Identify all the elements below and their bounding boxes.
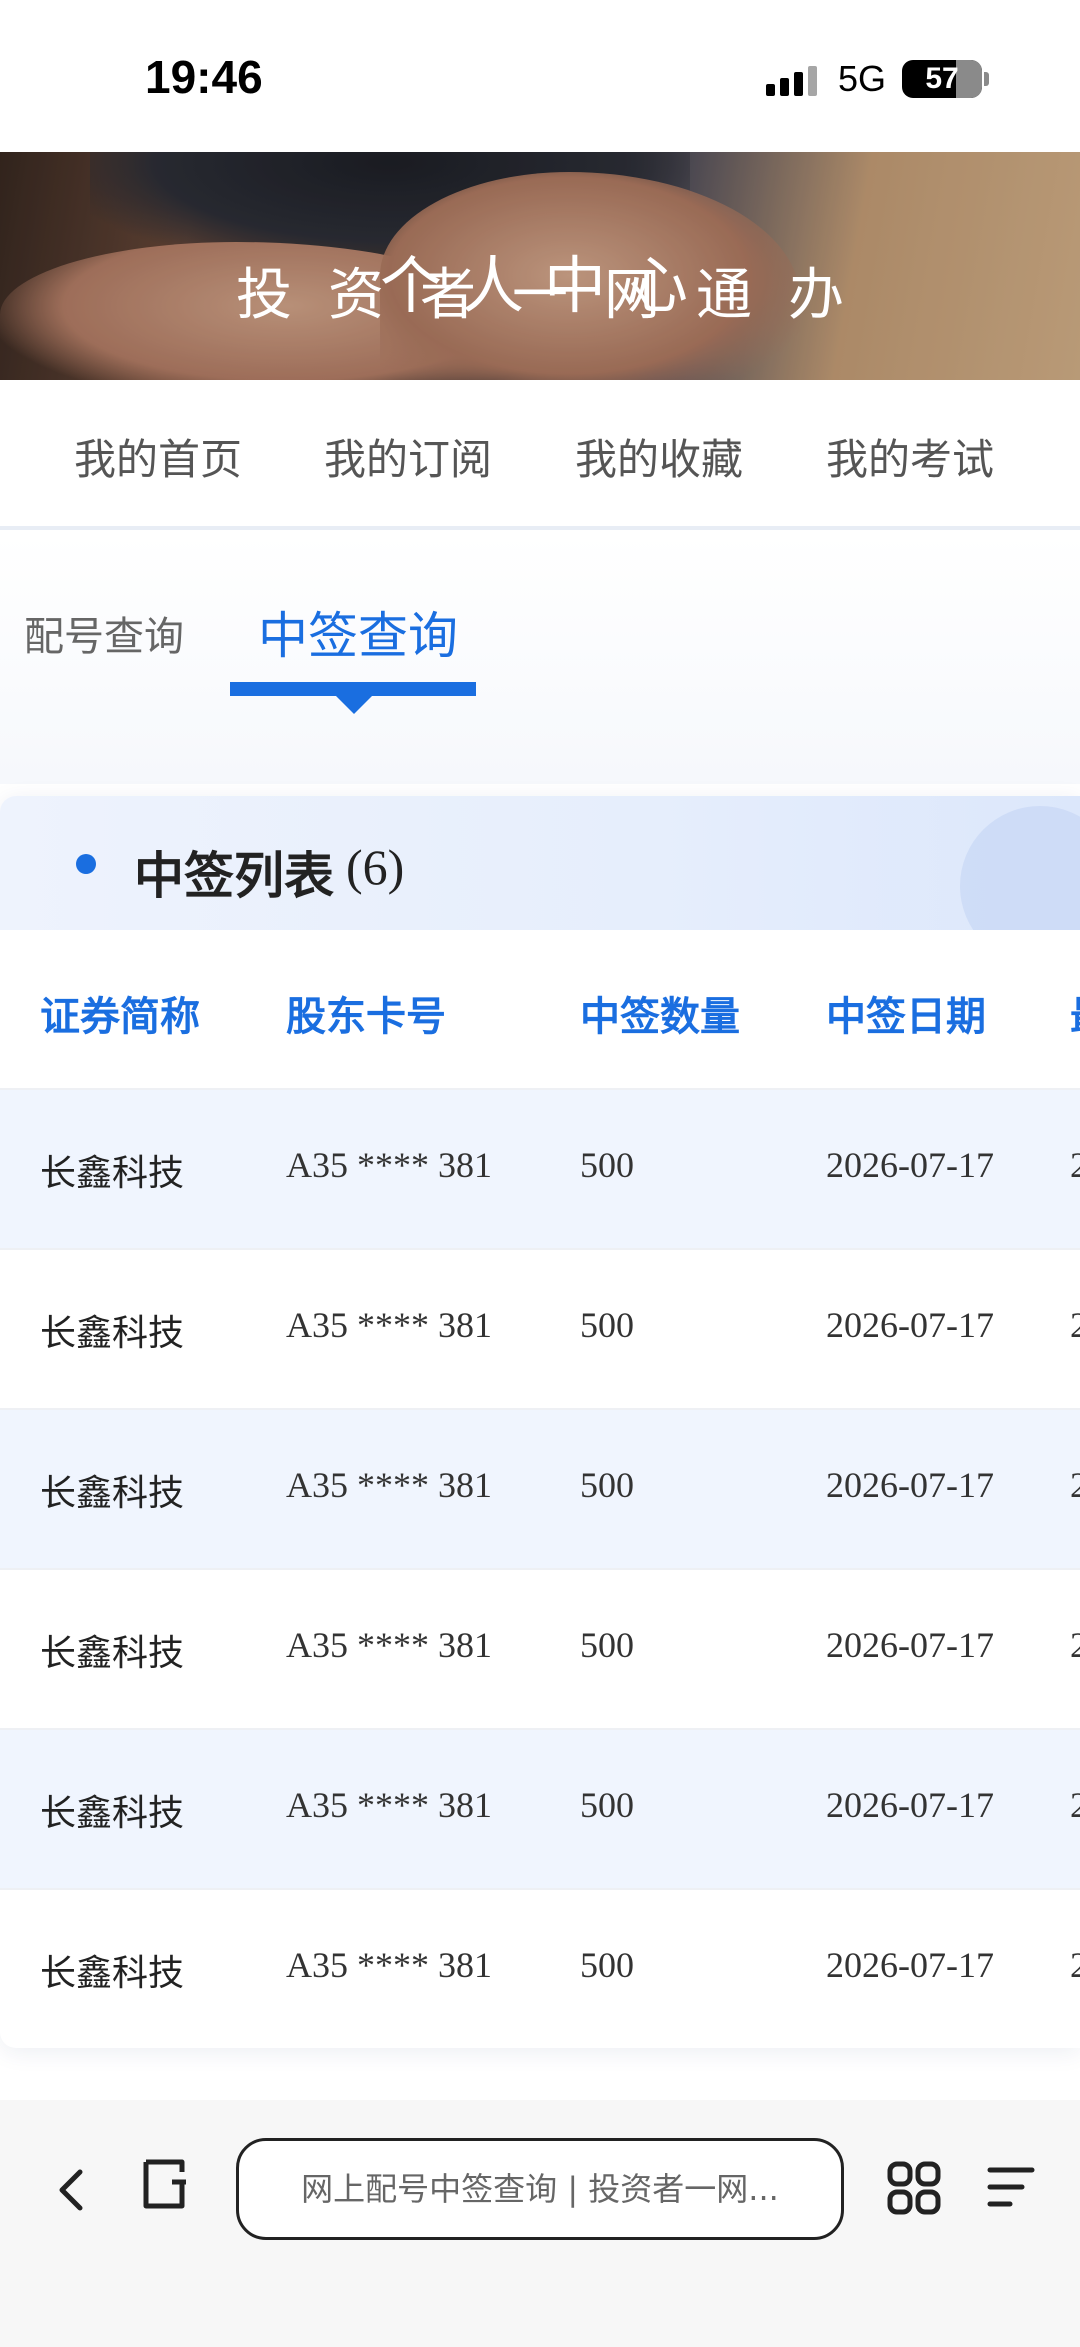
address-bar[interactable]: 网上配号中签查询 | 投资者一网... (236, 2138, 844, 2240)
column-header-date: 中签日期 (826, 994, 986, 1040)
column-header-quantity: 中签数量 (580, 994, 740, 1040)
column-header-extra: 最 (1070, 984, 1080, 1042)
tabs-icon[interactable] (140, 2156, 196, 2212)
cell-name: 长鑫科技 (40, 1313, 185, 1354)
cell-card-number: A35 **** 381 (286, 1305, 492, 1345)
table-row[interactable]: 长鑫科技 A35 **** 381 500 2026-07-17 2 (0, 1090, 1080, 1250)
cell-name: 长鑫科技 (40, 1793, 185, 1834)
active-tab-caret (334, 694, 374, 714)
cell-extra: 2 (1070, 1945, 1080, 1985)
cell-card-number: A35 **** 381 (286, 1465, 492, 1505)
battery-level: 57 (925, 62, 959, 95)
table-header: 证券简称 股东卡号 中签数量 中签日期 最 (0, 930, 1080, 1090)
signal-icon (766, 64, 822, 96)
cell-extra: 2 (1070, 1785, 1080, 1825)
tab-allotment-query[interactable]: 配号查询 (24, 604, 184, 662)
cell-quantity: 500 (580, 1145, 634, 1185)
card-title: 中签列表 (134, 847, 334, 905)
nav-item-favorites[interactable]: 我的收藏 (575, 426, 743, 487)
status-bar: 19:46 5G 57 (0, 0, 1080, 152)
nav-item-exams[interactable]: 我的考试 (826, 426, 994, 487)
cell-extra: 2 (1070, 1625, 1080, 1665)
table-row[interactable]: 长鑫科技 A35 **** 381 500 2026-07-17 2 (0, 1410, 1080, 1570)
query-tabs: 配号查询 中签查询 (0, 534, 1080, 784)
card-count: (6) (346, 839, 405, 895)
winning-list-card: 中签列表 (6) 证券简称 股东卡号 中签数量 中签日期 最 长鑫科技 A35 … (0, 796, 1080, 2048)
back-arrow-icon[interactable] (52, 2160, 92, 2220)
apps-grid-icon[interactable] (886, 2160, 942, 2216)
cell-date: 2026-07-17 (826, 1305, 994, 1345)
battery-icon: 57 (902, 60, 982, 98)
address-bar-text: 网上配号中签查询 | 投资者一网... (301, 2170, 779, 2208)
cell-quantity: 500 (580, 1785, 634, 1825)
cell-date: 2026-07-17 (826, 1945, 994, 1985)
page: 19:46 5G 57 个人中心 投资者一网通办 我的首页 我的订阅 我的收藏 … (0, 0, 1080, 2347)
network-type: 5G (838, 58, 887, 99)
cell-extra: 2 (1070, 1465, 1080, 1505)
table-row[interactable]: 长鑫科技 A35 **** 381 500 2026-07-17 2 (0, 1890, 1080, 2048)
nav-item-subscriptions[interactable]: 我的订阅 (324, 426, 492, 487)
cell-name: 长鑫科技 (40, 1633, 185, 1674)
cell-date: 2026-07-17 (826, 1465, 994, 1505)
cell-quantity: 500 (580, 1465, 634, 1505)
cell-date: 2026-07-17 (826, 1625, 994, 1665)
cell-quantity: 500 (580, 1305, 634, 1345)
cell-quantity: 500 (580, 1945, 634, 1985)
column-header-card-number: 股东卡号 (286, 994, 446, 1040)
cell-card-number: A35 **** 381 (286, 1625, 492, 1665)
main-nav: 我的首页 我的订阅 我的收藏 我的考试 (0, 380, 1080, 530)
cell-date: 2026-07-17 (826, 1785, 994, 1825)
cell-card-number: A35 **** 381 (286, 1785, 492, 1825)
nav-item-home[interactable]: 我的首页 (74, 426, 242, 487)
cell-name: 长鑫科技 (40, 1953, 185, 1994)
table-row[interactable]: 长鑫科技 A35 **** 381 500 2026-07-17 2 (0, 1250, 1080, 1410)
table-row[interactable]: 长鑫科技 A35 **** 381 500 2026-07-17 2 (0, 1570, 1080, 1730)
banner-subtitle: 投资者一网通办 (236, 263, 880, 328)
tab-winning-query[interactable]: 中签查询 (258, 596, 458, 668)
cell-extra: 2 (1070, 1305, 1080, 1345)
table-row[interactable]: 长鑫科技 A35 **** 381 500 2026-07-17 2 (0, 1730, 1080, 1890)
status-time: 19:46 (145, 51, 263, 103)
cell-extra: 2 (1070, 1145, 1080, 1185)
card-header: 中签列表 (6) (0, 796, 1080, 966)
cell-quantity: 500 (580, 1625, 634, 1665)
cell-card-number: A35 **** 381 (286, 1145, 492, 1185)
bullet-dot-icon (76, 854, 96, 874)
cell-name: 长鑫科技 (40, 1473, 185, 1514)
browser-toolbar: 网上配号中签查询 | 投资者一网... (0, 2100, 1080, 2347)
menu-lines-icon[interactable] (986, 2162, 1036, 2212)
banner-image: 个人中心 投资者一网通办 (0, 152, 1080, 380)
cell-card-number: A35 **** 381 (286, 1945, 492, 1985)
column-header-name: 证券简称 (40, 994, 200, 1040)
cell-date: 2026-07-17 (826, 1145, 994, 1185)
cell-name: 长鑫科技 (40, 1153, 185, 1194)
battery-tip (984, 72, 989, 86)
